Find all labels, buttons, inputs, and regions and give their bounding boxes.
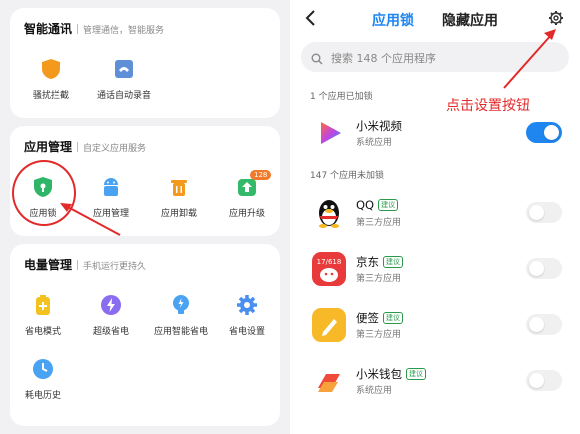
screenshot-root: 智能通讯 管理通信，智能服务 骚扰拦截 通话自动录音 应用管理 自定义应用服务 … [0,0,580,434]
app-lock-screen: 应用锁 隐藏应用 搜索 148 个应用程序 1 个应用已加锁 点击设置按钮 小米… [290,0,580,434]
security-center-panel: 智能通讯 管理通信，智能服务 骚扰拦截 通话自动录音 应用管理 自定义应用服务 … [0,0,290,434]
annotation-arrow-right [503,29,556,89]
annotation-arrow-left [60,203,121,236]
